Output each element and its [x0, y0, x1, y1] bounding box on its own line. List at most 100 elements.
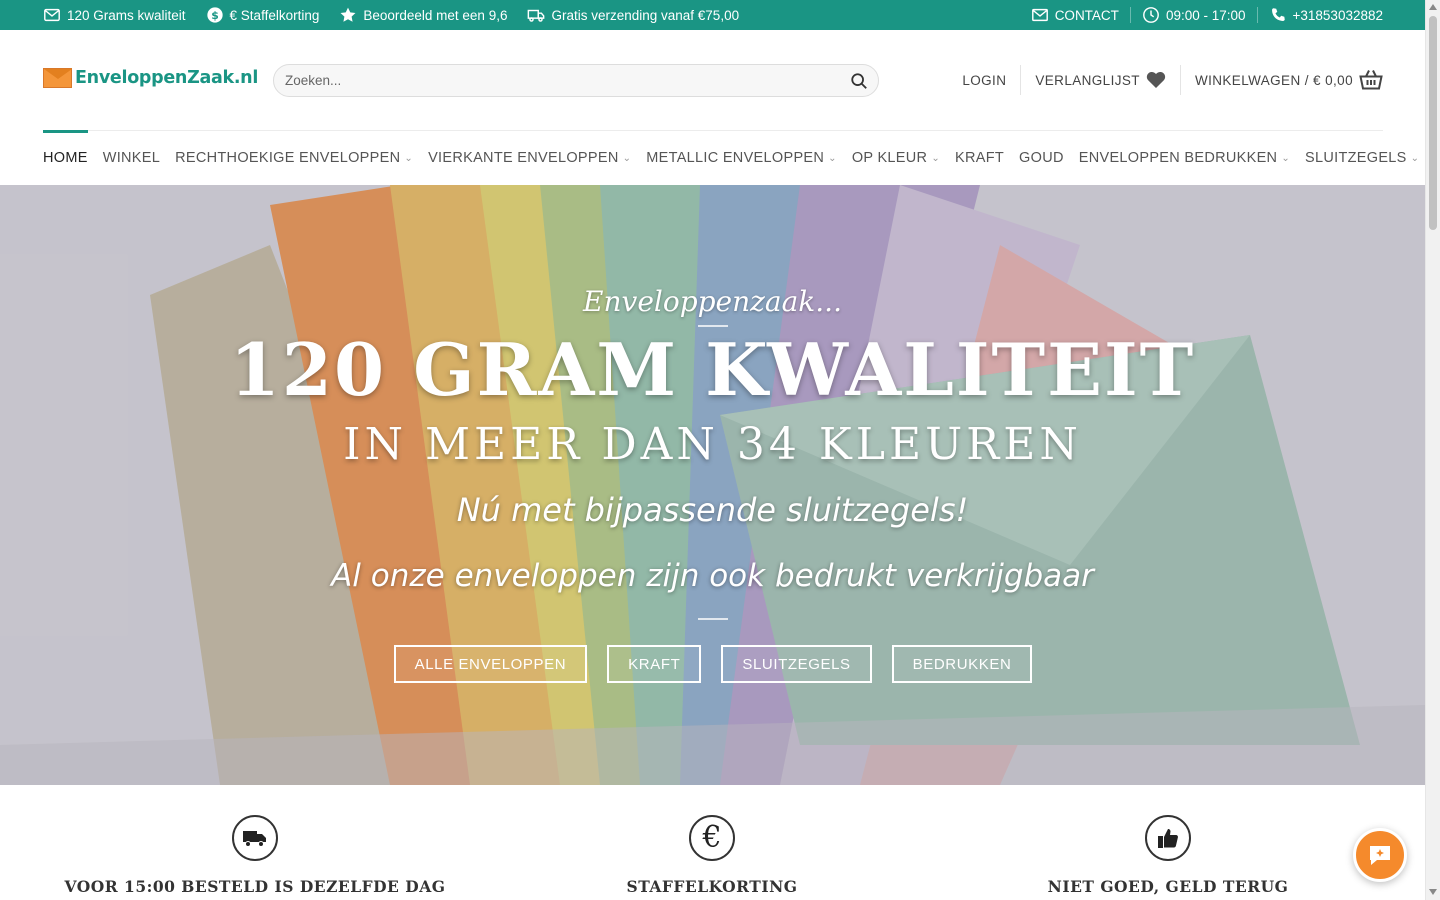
euro-icon: €	[689, 815, 735, 861]
features-row: VOOR 15:00 BESTELD IS DEZELFDE DAG € STA…	[0, 785, 1425, 900]
thumbs-up-icon	[1145, 815, 1191, 861]
chevron-down-icon: ⌄	[931, 152, 940, 164]
phone-icon	[1271, 8, 1285, 21]
nav-item-rechthoekige-enveloppen[interactable]: RECHTHOEKIGE ENVELOPPEN ⌄	[175, 131, 413, 186]
print-button[interactable]: BEDRUKKEN	[891, 645, 1033, 683]
truck-icon	[528, 9, 545, 22]
feature-same-day: VOOR 15:00 BESTELD IS DEZELFDE DAG	[55, 815, 455, 896]
hours-label: 09:00 - 17:00	[1165, 7, 1246, 23]
page-scrollbar[interactable]	[1425, 0, 1440, 900]
contact-label: CONTACT	[1054, 7, 1119, 23]
nav-label: SLUITZEGELS	[1305, 150, 1407, 166]
mail-icon	[1031, 8, 1048, 22]
divider	[1179, 65, 1181, 95]
phone-label: +31853032882	[1292, 7, 1383, 23]
main-nav: HOME WINKEL RECHTHOEKIGE ENVELOPPEN ⌄ VIE…	[43, 129, 1419, 186]
nav-item-enveloppen-bedrukken[interactable]: ENVELOPPEN BEDRUKKEN ⌄	[1079, 131, 1290, 186]
star-icon	[340, 7, 356, 22]
scroll-down-icon[interactable]	[1429, 889, 1437, 895]
top-contact: CONTACT 09:00 - 17:00 +31853032882	[1031, 0, 1383, 30]
cart-link[interactable]: WINKELWAGEN / € 0,00	[1195, 69, 1383, 91]
top-bar: 120 Grams kwaliteit $ € Staffelkorting B…	[0, 0, 1425, 30]
nav-label: KRAFT	[955, 150, 1005, 166]
nav-label: VIERKANTE ENVELOPPEN	[428, 150, 619, 166]
hero-headline: 120 GRAM KWALITEIT	[229, 327, 1196, 412]
hero-tagline-print: Al onze enveloppen zijn ook bedrukt verk…	[331, 558, 1094, 594]
dollar-icon: $	[206, 7, 223, 23]
usp-discount: $ € Staffelkorting	[206, 6, 320, 24]
nav-item-vierkante-enveloppen[interactable]: VIERKANTE ENVELOPPEN ⌄	[428, 131, 631, 186]
nav-label: METALLIC ENVELOPPEN	[646, 150, 825, 166]
search-icon[interactable]	[850, 72, 868, 90]
chevron-down-icon: ⌄	[828, 152, 837, 164]
usp-label: Beoordeeld met een 9,6	[363, 7, 508, 23]
divider	[1129, 7, 1131, 23]
cart-label: WINKELWAGEN / € 0,00	[1194, 72, 1353, 88]
nav-label: WINKEL	[102, 150, 161, 166]
divider	[698, 618, 728, 620]
basket-icon	[1359, 70, 1383, 90]
feature-title: STAFFELKORTING	[626, 877, 798, 896]
chat-button[interactable]	[1353, 828, 1407, 882]
all-envelopes-button[interactable]: ALLE ENVELOPPEN	[393, 645, 588, 683]
nav-label: RECHTHOEKIGE ENVELOPPEN	[175, 150, 401, 166]
login-label: LOGIN	[962, 72, 1007, 88]
nav-item-home[interactable]: HOME	[43, 129, 88, 186]
usp-list: 120 Grams kwaliteit $ € Staffelkorting B…	[43, 0, 739, 30]
feature-discount: € STAFFELKORTING	[512, 815, 912, 896]
usp-quality: 120 Grams kwaliteit	[43, 6, 186, 24]
hero-banner: Enveloppenzaak... 120 GRAM KWALITEIT IN …	[0, 185, 1425, 785]
clock-icon	[1143, 7, 1159, 23]
wishlist-link[interactable]: VERLANGLIJST	[1035, 71, 1166, 89]
usp-label: 120 Grams kwaliteit	[67, 7, 186, 23]
nav-item-kraft[interactable]: KRAFT	[955, 131, 1004, 186]
contact-link[interactable]: CONTACT	[1031, 6, 1119, 24]
site-header: EnveloppenZaak.nl LOGIN VERLANGLIJST WIN…	[0, 30, 1425, 130]
search-bar	[273, 64, 879, 97]
svg-text:$: $	[211, 9, 219, 22]
sealing-stickers-button[interactable]: SLUITZEGELS	[721, 645, 872, 683]
scroll-thumb[interactable]	[1429, 16, 1437, 230]
login-link[interactable]: LOGIN	[962, 73, 1006, 88]
envelope-logo-icon	[43, 68, 72, 88]
hero-subheadline: IN MEER DAN 34 KLEUREN	[343, 419, 1082, 470]
feature-money-back: NIET GOED, GELD TERUG	[968, 815, 1368, 896]
chevron-down-icon: ⌄	[1281, 152, 1291, 164]
usp-label: € Staffelkorting	[229, 7, 320, 23]
usp-label: Gratis verzending vanaf €75,00	[551, 7, 740, 23]
mail-icon	[44, 8, 60, 22]
usp-rating: Beoordeeld met een 9,6	[339, 6, 507, 24]
nav-item-op-kleur[interactable]: OP KLEUR ⌄	[852, 131, 940, 186]
nav-item-sluitzegels[interactable]: SLUITZEGELS ⌄	[1305, 131, 1419, 186]
search-input[interactable]	[285, 73, 825, 88]
nav-item-goud[interactable]: GOUD	[1019, 131, 1064, 186]
kraft-button[interactable]: KRAFT	[607, 645, 702, 683]
hero-kicker: Enveloppenzaak...	[583, 285, 842, 318]
chevron-down-icon: ⌄	[1410, 152, 1420, 164]
scroll-up-icon[interactable]	[1429, 4, 1437, 10]
heart-icon	[1146, 72, 1166, 88]
logo[interactable]: EnveloppenZaak.nl	[43, 68, 258, 88]
truck-icon	[232, 815, 278, 861]
divider	[1256, 7, 1258, 23]
divider	[1020, 65, 1022, 95]
feature-title: NIET GOED, GELD TERUG	[1047, 877, 1289, 896]
nav-item-metallic-enveloppen[interactable]: METALLIC ENVELOPPEN ⌄	[646, 131, 837, 186]
nav-label: HOME	[43, 150, 88, 166]
nav-label: GOUD	[1019, 150, 1064, 166]
nav-label: OP KLEUR	[851, 150, 928, 166]
hero-tagline-sealing: Nú met bijpassende sluitzegels!	[456, 491, 969, 529]
header-account: LOGIN VERLANGLIJST WINKELWAGEN / € 0,00	[962, 65, 1383, 95]
logo-text: EnveloppenZaak.nl	[75, 68, 259, 88]
nav-label: ENVELOPPEN BEDRUKKEN	[1078, 150, 1278, 166]
phone-link[interactable]: +31853032882	[1269, 6, 1383, 24]
hero-content: Enveloppenzaak... 120 GRAM KWALITEIT IN …	[0, 185, 1425, 785]
nav-item-winkel[interactable]: WINKEL	[103, 131, 160, 186]
opening-hours: 09:00 - 17:00	[1142, 6, 1246, 24]
feature-title: VOOR 15:00 BESTELD IS DEZELFDE DAG	[64, 877, 446, 896]
chevron-down-icon: ⌄	[404, 152, 414, 164]
wishlist-label: VERLANGLIJST	[1035, 72, 1140, 88]
usp-shipping: Gratis verzending vanaf €75,00	[527, 6, 739, 24]
chevron-down-icon: ⌄	[622, 152, 632, 164]
hero-buttons: ALLE ENVELOPPEN KRAFT SLUITZEGELS BEDRUK…	[0, 645, 1425, 683]
